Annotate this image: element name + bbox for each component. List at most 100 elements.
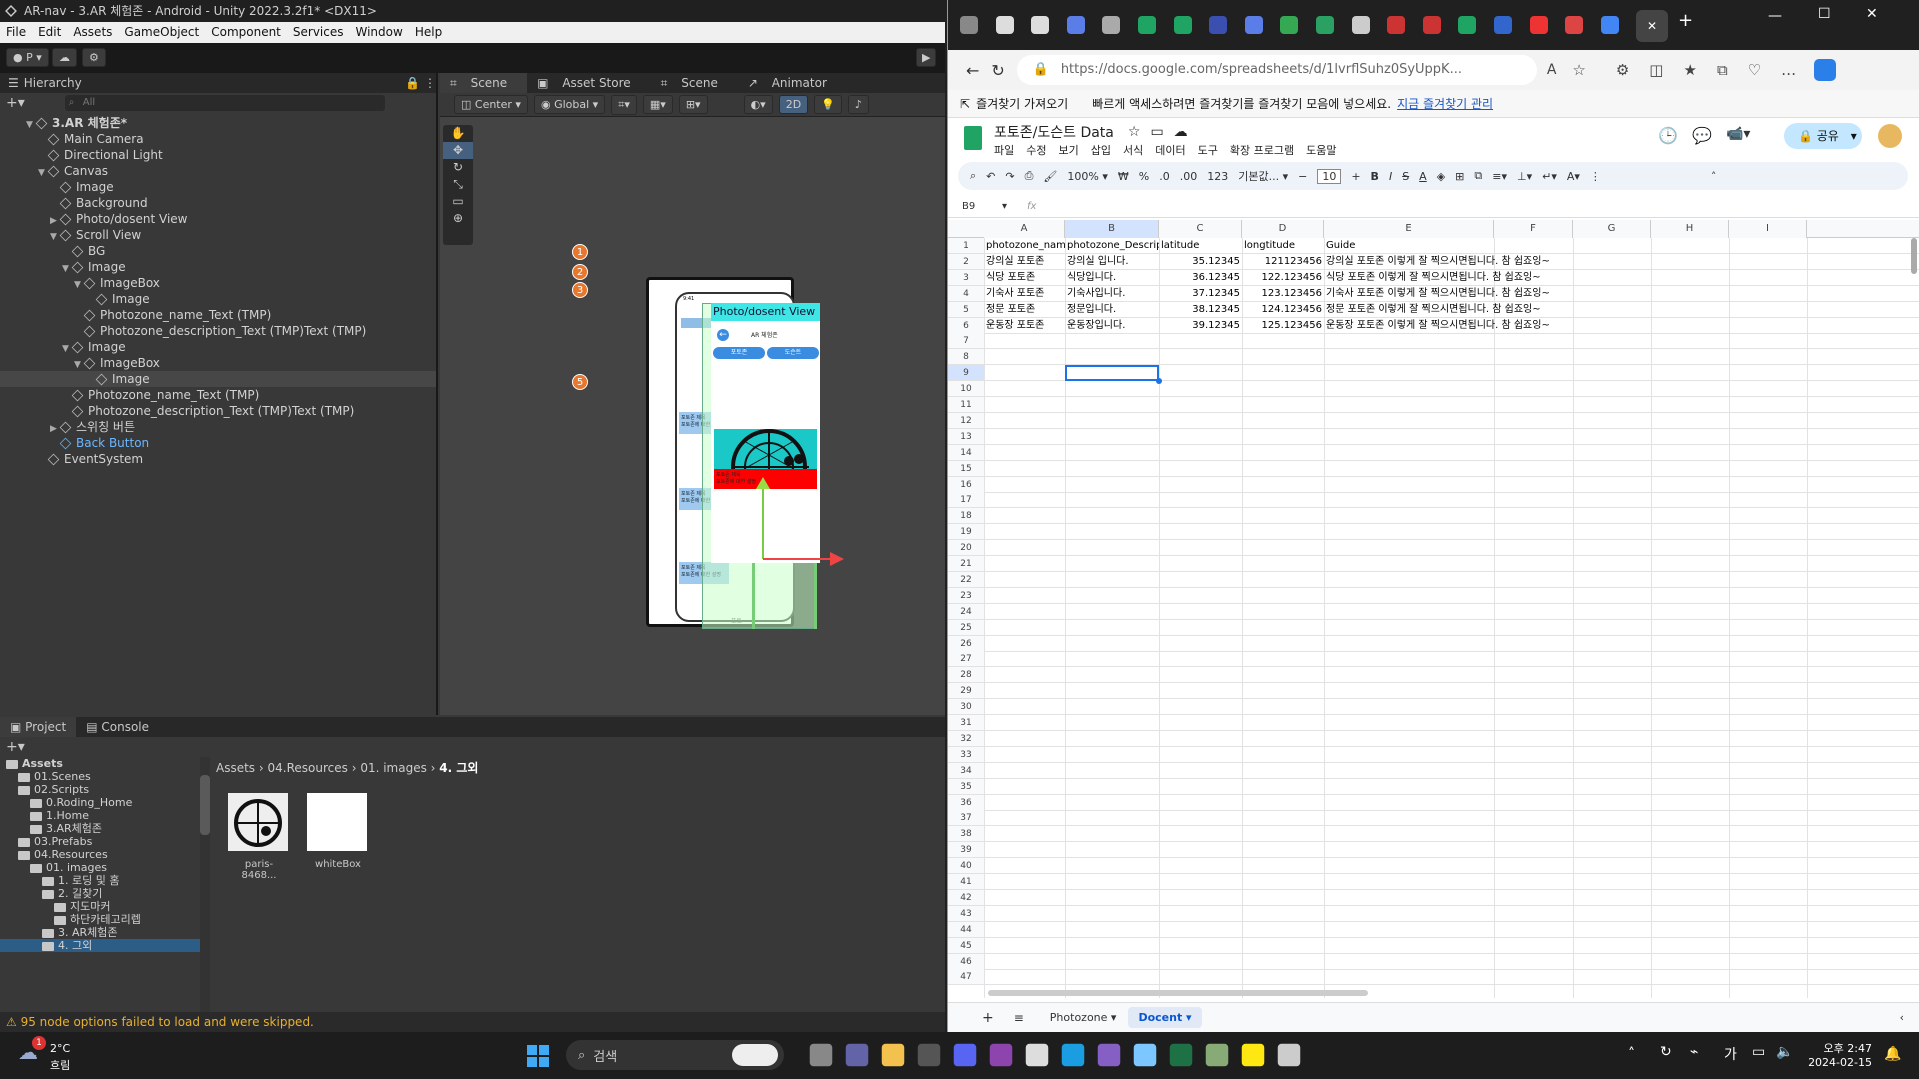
wrap-icon[interactable]: ↵▾ xyxy=(1542,170,1557,183)
mode-2d-toggle[interactable]: 2D xyxy=(778,95,809,114)
browser-tab-favicon-icon[interactable] xyxy=(1173,16,1192,34)
name-box-dropdown-icon[interactable]: ▾ xyxy=(1002,201,1007,212)
kakaotalk-icon[interactable] xyxy=(1241,1043,1265,1067)
more-icon[interactable]: … xyxy=(1781,61,1796,79)
hierarchy-node[interactable]: Photozone_name_Text (TMP) xyxy=(0,307,436,323)
unity-hub-icon[interactable] xyxy=(1025,1043,1049,1067)
cell[interactable]: 운동장 포토존 xyxy=(984,318,1065,334)
github-desktop-icon[interactable] xyxy=(989,1043,1013,1067)
font-size-input[interactable]: 10 xyxy=(1317,168,1342,184)
column-header[interactable]: F xyxy=(1494,220,1573,238)
breadcrumb-item[interactable]: 01. images xyxy=(360,761,427,775)
cell[interactable]: 정문입니다. xyxy=(1065,302,1159,318)
browser-tab-favicon-icon[interactable] xyxy=(995,16,1014,34)
redo-icon[interactable]: ↷ xyxy=(1005,170,1014,183)
share-button[interactable]: 🔒 공유 ▾ xyxy=(1784,123,1862,149)
excel-icon[interactable] xyxy=(1169,1043,1193,1067)
notepad-icon[interactable] xyxy=(1133,1043,1157,1067)
cell[interactable]: 39.12345 xyxy=(1159,318,1242,334)
edge-icon[interactable] xyxy=(1061,1043,1085,1067)
project-folder[interactable]: 02.Scripts xyxy=(0,783,209,796)
favorites-link[interactable]: 지금 즐겨찾기 관리 xyxy=(1397,95,1493,112)
hierarchy-node[interactable]: Image xyxy=(0,179,436,195)
text-color-icon[interactable]: A xyxy=(1419,170,1427,183)
scale-tool-icon[interactable]: ⤡ xyxy=(443,176,473,193)
project-folder[interactable]: 하단카테고리렙 xyxy=(0,913,209,926)
paint-format-icon[interactable]: 🖌 xyxy=(1043,170,1057,183)
browser-tab-favicon-icon[interactable] xyxy=(1422,16,1441,34)
browser-tab-favicon-icon[interactable] xyxy=(1066,16,1085,34)
sheet-tab-docent[interactable]: Docent ▾ xyxy=(1128,1007,1202,1028)
gimp-icon[interactable] xyxy=(1205,1043,1229,1067)
refresh-icon[interactable]: ↻ xyxy=(991,61,1004,80)
minimize-icon[interactable]: — xyxy=(1768,8,1782,24)
play-button[interactable]: ▶ xyxy=(916,48,937,67)
row-header[interactable]: 19 xyxy=(948,524,984,541)
hierarchy-node[interactable]: Main Camera xyxy=(0,131,436,147)
menu-edit[interactable]: Edit xyxy=(38,22,61,43)
hierarchy-node[interactable]: ▼ ImageBox xyxy=(0,355,436,371)
cell[interactable]: photozone_Description xyxy=(1065,238,1159,254)
menu-services[interactable]: Services xyxy=(293,22,344,43)
row-header[interactable]: 40 xyxy=(948,858,984,875)
hierarchy-node[interactable]: ▶ 스위칭 버튼 xyxy=(0,419,436,435)
hierarchy-node[interactable]: Back Button xyxy=(0,435,436,451)
project-folder[interactable]: 1.Home xyxy=(0,809,209,822)
collections-icon[interactable]: ⧉ xyxy=(1717,61,1728,79)
selected-cell[interactable] xyxy=(1065,365,1159,382)
name-box[interactable]: B9 xyxy=(962,201,1002,212)
pivot-dropdown[interactable]: ◫ Center ▾ xyxy=(454,95,528,114)
menu-assets[interactable]: Assets xyxy=(73,22,112,43)
menu-item[interactable]: 도움말 xyxy=(1306,142,1336,158)
project-folder[interactable]: 01.Scenes xyxy=(0,770,209,783)
column-header[interactable]: H xyxy=(1651,220,1729,238)
cell[interactable]: 123.123456 xyxy=(1242,286,1324,302)
hierarchy-node[interactable]: Image xyxy=(0,371,436,387)
cell[interactable]: 강의실 입니다. xyxy=(1065,254,1159,270)
collapse-toolbar-icon[interactable]: ˄ xyxy=(1711,170,1717,183)
menu-help[interactable]: Help xyxy=(415,22,442,43)
clock[interactable]: 오후 2:47 2024-02-15 xyxy=(1808,1040,1872,1069)
browser-tab-favicon-icon[interactable] xyxy=(1209,16,1228,34)
docent-button[interactable]: 도슨트 xyxy=(767,347,819,359)
hierarchy-node[interactable]: EventSystem xyxy=(0,451,436,467)
cloud-icon[interactable]: ☁ xyxy=(52,48,77,67)
hierarchy-node[interactable]: Directional Light xyxy=(0,147,436,163)
browser-tab-favicon-icon[interactable] xyxy=(960,16,978,34)
project-tree-scrollbar[interactable] xyxy=(200,757,210,1012)
scene-marker[interactable]: 3 xyxy=(572,282,588,298)
decrease-decimal-icon[interactable]: .0 xyxy=(1159,170,1170,183)
cell[interactable]: 125.123456 xyxy=(1242,318,1324,334)
file-explorer-icon[interactable] xyxy=(881,1043,905,1067)
cell[interactable]: photozone_name xyxy=(984,238,1065,254)
status-bar[interactable]: ⚠ 95 node options failed to load and wer… xyxy=(0,1012,945,1032)
rect-tool-icon[interactable]: ▭ xyxy=(443,193,473,210)
sheet-tab-photozone[interactable]: Photozone ▾ xyxy=(1050,1011,1117,1024)
star-icon[interactable]: ☆ xyxy=(1128,124,1141,140)
volume-icon[interactable]: 🔈 xyxy=(1776,1044,1793,1060)
kebab-menu-icon[interactable]: ⋮ xyxy=(424,73,436,93)
fill-color-icon[interactable]: ◈ xyxy=(1437,170,1445,183)
hierarchy-node[interactable]: ▼ Image xyxy=(0,339,436,355)
strikethrough-icon[interactable]: S xyxy=(1402,170,1409,183)
move-tool-icon[interactable]: ✥ xyxy=(443,142,473,159)
close-window-icon[interactable]: ✕ xyxy=(1866,6,1878,22)
row-header[interactable]: 25 xyxy=(948,619,984,636)
move-folder-icon[interactable]: ▭ xyxy=(1150,124,1163,140)
grid-snap-icon[interactable]: ⌗▾ xyxy=(611,94,637,115)
taskbar-search[interactable]: ⌕ 검색 xyxy=(566,1040,784,1070)
read-aloud-icon[interactable]: A xyxy=(1547,62,1557,78)
horizontal-scrollbar[interactable] xyxy=(988,990,1368,996)
row-header[interactable]: 38 xyxy=(948,826,984,843)
tab-project[interactable]: ▣ Project xyxy=(0,717,77,737)
scene-marker[interactable]: 2 xyxy=(572,264,588,280)
cell[interactable]: latitude xyxy=(1159,238,1242,254)
row-header[interactable]: 9 xyxy=(948,365,984,382)
row-header[interactable]: 39 xyxy=(948,842,984,859)
font-size-decrease-icon[interactable]: − xyxy=(1298,170,1307,183)
hierarchy-node[interactable]: Background xyxy=(0,195,436,211)
project-folder[interactable]: 2. 길찾기 xyxy=(0,887,209,900)
avatar[interactable] xyxy=(1878,124,1902,148)
transform-tool-icon[interactable]: ⊕ xyxy=(443,210,473,227)
row-header[interactable]: 44 xyxy=(948,921,984,938)
